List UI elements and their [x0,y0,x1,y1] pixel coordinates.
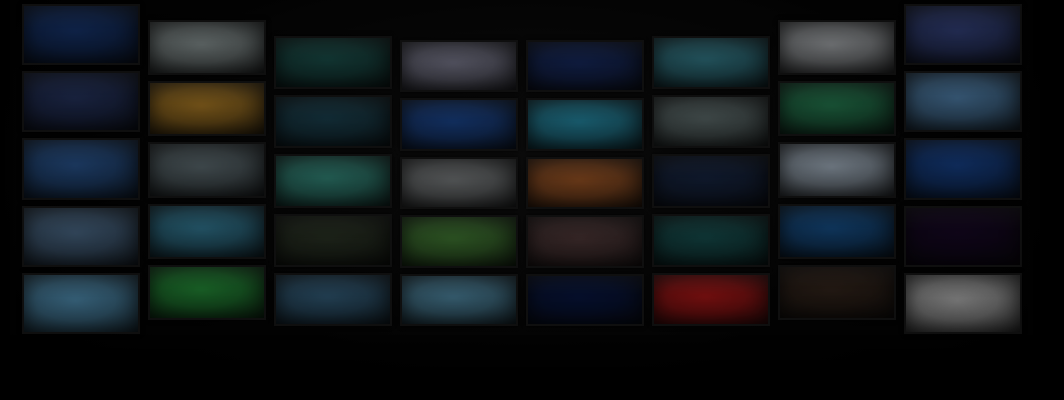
video-tile [400,156,518,210]
video-tile [148,264,266,320]
video-tile [22,138,140,200]
video-tile [526,156,644,210]
video-tile [904,272,1022,334]
video-tile [904,138,1022,200]
video-tile [778,20,896,76]
video-wall-scene [0,0,1064,400]
video-tile [400,40,518,93]
video-tile [274,272,392,326]
video-tile [148,81,266,137]
video-tile [904,4,1022,66]
video-tile [526,40,644,93]
video-tile [274,95,392,149]
video-tile [22,4,140,66]
video-tile [652,95,770,149]
video-tile [148,203,266,259]
video-tile [400,98,518,151]
video-tile [652,154,770,208]
video-tile [652,213,770,267]
video-tile [22,272,140,334]
video-tile [148,20,266,76]
video-tile [526,273,644,326]
video-tile [274,213,392,267]
video-tile [904,71,1022,133]
video-tile [778,203,896,259]
video-tile [400,215,518,268]
video-tile [526,98,644,151]
video-tile [400,273,518,326]
video-tile [22,205,140,267]
video-tile [22,71,140,133]
video-tile [778,142,896,198]
video-tile [904,205,1022,267]
video-tile [274,154,392,208]
left-vignette [0,0,20,400]
video-tile [778,81,896,137]
video-tile [148,142,266,198]
video-tile [274,36,392,90]
video-tile [778,264,896,320]
video-tile [526,215,644,268]
floor-reflection [0,335,1064,400]
video-tile [652,36,770,90]
video-tile [652,272,770,326]
right-vignette [1020,0,1064,400]
